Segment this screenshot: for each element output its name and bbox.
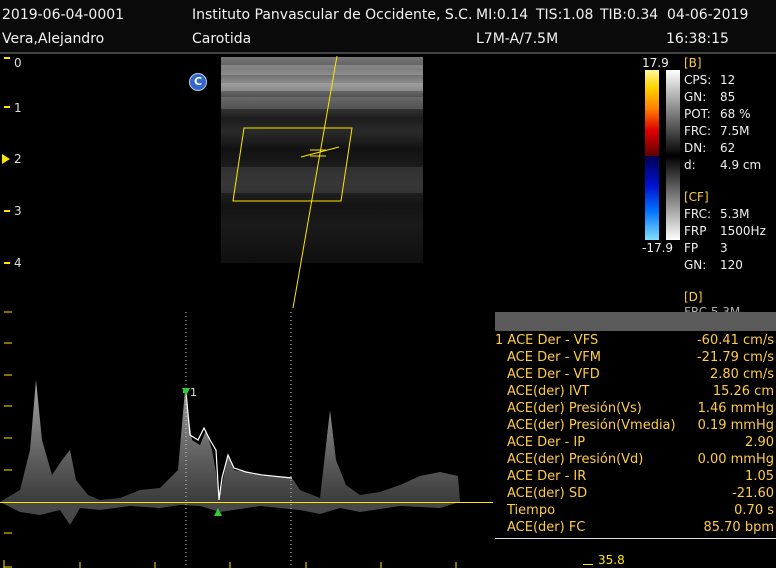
measurement-label: ACE Der - IP [507,435,586,450]
patient-name: Vera,Alejandro [2,31,105,47]
param-key: FRC: [684,124,712,138]
measurement-row: ACE(der) Presión(Vd) 0.00 mmHg [495,451,776,468]
measurement-label: ACE Der - VFM [507,350,601,365]
study-name: Carotida [192,31,252,47]
spectral-waveform [0,380,460,502]
param-value: 1500Hz [720,224,766,238]
color-scale-min: -17.9 [642,241,674,255]
measurement-row: ACE(der) SD -21.60 [495,485,776,502]
tib-readout: TIB:0.34 [600,7,659,23]
param-value: 120 [720,258,743,272]
measurement-row: 1 ACE Der - VFS -60.41 cm/s [495,332,776,349]
measurement-value: 1.46 mmHg [697,401,774,416]
measurement-value: -21.79 cm/s [696,350,774,365]
color-box [232,127,353,202]
measurement-value: -21.60 [732,486,774,501]
b-mode-params-title: [B] [684,56,702,70]
measurement-label: Tiempo [507,503,556,518]
measurement-value: -60.41 cm/s [696,333,774,348]
param-key: POT: [684,107,711,121]
sweep-underscore [583,564,593,565]
color-velocity-bar-negative [645,156,659,240]
d-params-partial: FRC 5.3M [684,305,741,312]
param-key: FP [684,241,699,255]
patient-id: 2019-06-04-0001 [2,7,125,23]
param-value: 7.5M [720,124,750,138]
spectral-waveform-below [0,502,460,525]
measurement-value: 0.00 mmHg [697,452,774,467]
measurement-value: 2.80 cm/s [709,367,774,382]
param-value: 68 % [720,107,751,121]
measurement-value: 1.05 [745,469,774,484]
param-key: DN: [684,141,707,155]
param-key: d: [684,158,696,172]
color-scale-max: 17.9 [642,56,669,70]
measurement-label: ACE Der - VFD [507,367,600,382]
measurement-value: 2.90 [745,435,774,450]
measurement-row: ACE Der - VFD 2.80 cm/s [495,366,776,383]
cf-params-title: [CF] [684,190,709,204]
grayscale-bar-top [666,70,680,156]
grayscale-bar-bottom [666,156,680,240]
mi-readout: MI:0.14 [476,7,529,23]
param-value: 3 [720,241,728,255]
doppler-baseline[interactable] [0,502,493,503]
measurement-row: Tiempo 0.70 s [495,502,776,519]
measurement-row: ACE(der) FC 85.70 bpm [495,519,776,536]
measurement-panel-divider [495,538,776,539]
param-value: 12 [720,73,736,87]
doppler-spectrum[interactable] [0,300,493,568]
doppler-overlay [232,55,353,309]
sweep-readout: 35.8 [598,553,625,567]
measurement-row: ACE Der - IR 1.05 [495,468,776,485]
measurement-row: ACE(der) Presión(Vs) 1.46 mmHg [495,400,776,417]
institution-name: Instituto Panvascular de Occidente, S.C. [192,7,473,23]
cursor-line [292,55,338,309]
tis-readout: TIS:1.08 [536,7,594,23]
param-value: 5.3M [720,207,750,221]
measurement-label: ACE(der) SD [507,486,588,501]
probe-name: L7M-A/7.5M [476,31,559,47]
measurement-value: 85.70 bpm [703,520,774,535]
param-key: FRC: [684,207,712,221]
param-value: 85 [720,90,736,104]
param-key: FRP [684,224,707,238]
measurement-row: ACE(der) IVT 15.26 cm [495,383,776,400]
caliper-number-label: 1 [190,386,197,399]
param-key: GN: [684,90,707,104]
param-value: 62 [720,141,736,155]
measurement-value: 0.19 mmHg [697,418,774,433]
param-key: CPS: [684,73,712,87]
measurement-row: ACE(der) Presión(Vmedia) 0.19 mmHg [495,417,776,434]
measurement-row: ACE Der - VFM -21.79 cm/s [495,349,776,366]
measurement-value: 0.70 s [734,503,774,518]
measurement-label: ACE(der) Presión(Vs) [507,401,642,416]
study-date: 04-06-2019 [667,7,749,23]
measurement-label: ACE(der) Presión(Vd) [507,452,644,467]
param-value: 4.9 cm [720,158,762,172]
param-key: GN: [684,258,707,272]
measurement-value: 15.26 cm [712,384,774,399]
study-time: 16:38:15 [666,31,729,47]
measurement-label: ACE(der) FC [507,520,586,535]
measurement-panel-header [495,312,776,331]
measurement-label: ACE Der - IR [507,469,587,484]
measurement-label: 1 ACE Der - VFS [495,333,599,348]
measurement-label: ACE(der) Presión(Vmedia) [507,418,676,433]
color-velocity-bar-positive [645,70,659,156]
time-axis-ticks [3,560,457,568]
measurement-row: ACE Der - IP 2.90 [495,434,776,451]
measurement-label: ACE(der) IVT [507,384,590,399]
